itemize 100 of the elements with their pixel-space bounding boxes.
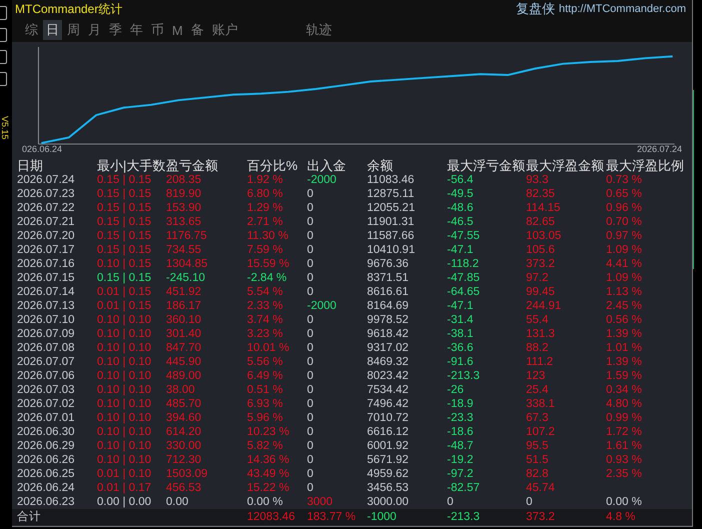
table-cell-text: 45.74: [526, 481, 556, 495]
table-cell-text: -36.6: [447, 341, 474, 355]
table-cell-text: 3.23 %: [247, 327, 284, 341]
period-tab[interactable]: 账户: [208, 20, 241, 40]
table-cell-text: 313.65: [166, 215, 202, 229]
table-cell-text: 14.36 %: [247, 453, 290, 467]
table-cell-text: 9676.36: [367, 257, 410, 271]
period-tab[interactable]: 综: [22, 20, 41, 40]
table-cell-text: 0.93 %: [606, 453, 643, 467]
table-cell-text: 244.91: [526, 299, 562, 313]
table-cell-text: 0: [307, 271, 314, 285]
table-cell-text: 2026.07.01: [17, 411, 76, 425]
table-cell-text: 0: [307, 481, 314, 495]
table-cell-text: 99.45: [526, 285, 556, 299]
period-tab[interactable]: 周: [64, 20, 83, 40]
table-cell-text: 1.61 %: [606, 439, 643, 453]
table-cell-text: 97.2: [526, 271, 550, 285]
table-cell-text: 3000: [307, 495, 334, 509]
table-cell-text: 10.01 %: [247, 341, 290, 355]
total-cell-text: -1000: [367, 510, 398, 525]
table-cell-text: 107.2: [526, 425, 556, 439]
period-tab[interactable]: 轨迹: [302, 20, 335, 40]
table-cell-text: -26: [447, 383, 465, 397]
table-cell-text: 2.33 %: [247, 299, 284, 313]
table-cell-text: -56.4: [447, 173, 474, 187]
period-tab[interactable]: M: [169, 22, 186, 38]
table-cell-text: -47.85: [447, 271, 481, 285]
table-cell-text: 0.10 | 0.10: [97, 453, 152, 467]
table-cell-text: 0: [307, 369, 314, 383]
table-cell-text: 8023.42: [367, 369, 410, 383]
table-cell-text: 2.71 %: [247, 215, 284, 229]
table-cell-text: 2026.07.22: [17, 201, 76, 215]
table-cell-text: 0: [307, 327, 314, 341]
table-cell-text: 11083.46: [367, 173, 416, 187]
period-tab[interactable]: 币: [148, 20, 167, 40]
table-cell-text: -64.65: [447, 285, 481, 299]
table-cell-text: 123: [526, 369, 546, 383]
table-cell-text: 2.35 %: [606, 467, 643, 481]
table-cell-text: 847.70: [166, 341, 202, 355]
table-cell-text: 0.10 | 0.10: [97, 425, 152, 439]
table-cell-text: -97.2: [447, 467, 474, 481]
table-cell-text: 734.55: [166, 243, 202, 257]
table-cell-text: 0.97 %: [606, 229, 643, 243]
table-cell-text: 2026.06.30: [17, 425, 76, 439]
table-cell-text: 103.05: [526, 229, 562, 243]
column-header: 最小|大手数: [97, 158, 166, 173]
table-cell-text: 0: [307, 411, 314, 425]
table-cell-text: 15.59 %: [247, 257, 290, 271]
table-cell-text: 0.01 | 0.17: [97, 481, 152, 495]
table-cell-text: 1503.09: [166, 467, 209, 481]
table-cell-text: 2026.07.08: [17, 341, 76, 355]
period-tab[interactable]: 月: [85, 20, 104, 40]
table-cell-text: -213.3: [447, 369, 481, 383]
table-cell-text: 1.09 %: [606, 271, 643, 285]
table-cell-text: 2026.07.17: [17, 243, 76, 257]
table-cell-text: 1.72 %: [606, 425, 643, 439]
table-cell-text: 0.70 %: [606, 215, 643, 229]
table-cell-text: 2026.07.02: [17, 397, 76, 411]
table-cell-text: -48.7: [447, 439, 474, 453]
period-tab[interactable]: 备: [188, 20, 207, 40]
website-link[interactable]: http://MTCommander.com: [558, 3, 686, 15]
table-cell-text: -82.57: [447, 481, 481, 495]
table-cell-text: 7010.72: [367, 411, 410, 425]
table-cell-text: 0.10 | 0.10: [97, 411, 152, 425]
brand-name: 复盘侠: [516, 0, 555, 18]
table-cell-text: 131.3: [526, 327, 556, 341]
table-cell-text: 7.59 %: [247, 243, 284, 257]
table-cell-text: 0: [307, 397, 314, 411]
table-cell-text: 0.99 %: [606, 411, 643, 425]
table-cell-text: 8616.61: [367, 285, 410, 299]
table-cell-text: 0.10 | 0.10: [97, 341, 152, 355]
table-cell-text: 1.29 %: [247, 201, 284, 215]
table-cell-text: 0.15 | 0.15: [97, 187, 152, 201]
table-cell-text: 0.96 %: [606, 201, 643, 215]
table-cell-text: 2.45 %: [606, 299, 643, 313]
table-cell-text: 3456.53: [367, 481, 410, 495]
table-cell-text: 82.35: [526, 187, 556, 201]
table-cell-text: 5.96 %: [247, 411, 284, 425]
table-cell-text: 0: [307, 383, 314, 397]
table-cell-text: 6616.12: [367, 425, 410, 439]
table-cell-text: 0: [307, 243, 314, 257]
table-cell-text: 301.40: [166, 327, 202, 341]
table-cell-text: 2026.06.25: [17, 467, 76, 481]
table-cell-text: 5.54 %: [247, 285, 284, 299]
period-tab[interactable]: 季: [106, 20, 125, 40]
period-tab[interactable]: 年: [127, 20, 146, 40]
axis-label: 2026.07.24: [636, 144, 682, 154]
column-header: 最大浮盈比例: [606, 158, 685, 173]
table-cell-text: 8371.51: [367, 271, 410, 285]
table-cell-text: 3.74 %: [247, 313, 284, 327]
table-cell-text: 4.41 %: [606, 257, 643, 271]
table-cell-text: 2026.07.03: [17, 383, 76, 397]
table-cell-text: 330.00: [166, 439, 202, 453]
table-cell-text: 93.3: [526, 173, 550, 187]
table-cell-text: 8469.32: [367, 355, 410, 369]
table-cell-text: 9618.42: [367, 327, 410, 341]
table-cell-text: 0.10 | 0.10: [97, 369, 152, 383]
period-tab[interactable]: 日: [43, 20, 62, 40]
table-cell-text: 2026.07.21: [17, 215, 76, 229]
table-cell-text: 712.30: [166, 453, 202, 467]
